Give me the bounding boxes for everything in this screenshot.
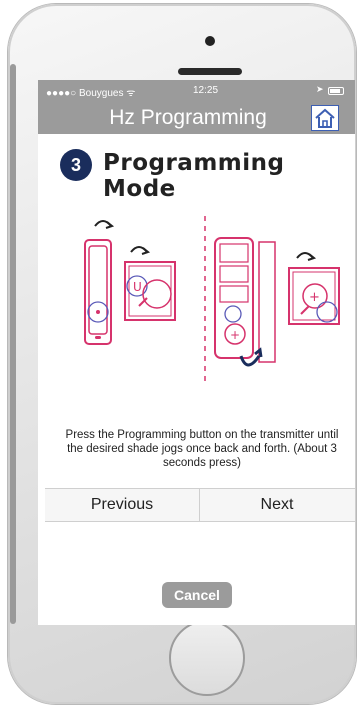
home-button[interactable] [169, 620, 245, 696]
svg-text:+: + [309, 290, 320, 305]
phone-side-button [10, 64, 16, 624]
step-navigation: Previous Next [45, 488, 355, 522]
remote-programming-illustration: U + + [84, 216, 340, 384]
svg-text:+: + [230, 328, 240, 342]
status-time: 12:25 [193, 85, 219, 96]
carrier-label: ●●●●○ Bouygues ᯤ [46, 88, 136, 99]
front-camera [205, 36, 215, 46]
step-number-badge: 3 [60, 149, 92, 181]
home-icon[interactable] [311, 105, 339, 131]
earpiece-speaker [178, 68, 242, 75]
step-title: Programming Mode [103, 150, 285, 202]
page-title: Hz Programming [109, 106, 267, 129]
nav-bar: Hz Programming [38, 102, 355, 134]
cancel-button[interactable]: Cancel [162, 582, 232, 608]
next-button[interactable]: Next [200, 489, 354, 521]
battery-icon [328, 87, 344, 95]
instruction-text: Press the Programming button on the tran… [65, 429, 339, 469]
previous-button[interactable]: Previous [45, 489, 200, 521]
app-screen: ●●●●○ Bouygues ᯤ 12:25 ➤ Hz Programming … [38, 80, 355, 625]
status-bar: ●●●●○ Bouygues ᯤ 12:25 ➤ [38, 80, 355, 102]
step-content: 3 Programming Mode U + + Press the Progr… [45, 134, 355, 625]
svg-text:U: U [133, 280, 142, 294]
location-arrow-icon: ➤ [316, 84, 324, 94]
